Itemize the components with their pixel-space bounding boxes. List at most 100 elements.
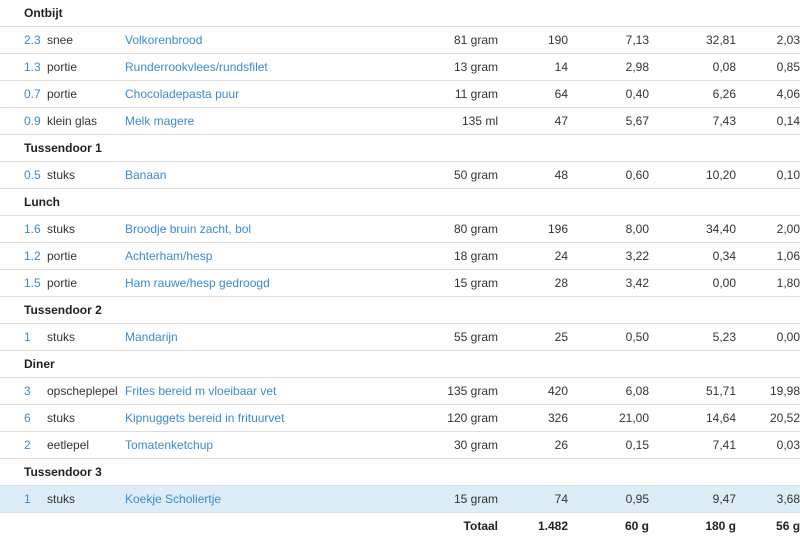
quantity-link[interactable]: 0.9: [0, 108, 47, 135]
kcal-value: 28: [498, 270, 568, 297]
food-row[interactable]: 0.9klein glasMelk magere135 ml475,677,43…: [0, 108, 800, 135]
kcal-value: 25: [498, 324, 568, 351]
quantity-link[interactable]: 1: [0, 324, 47, 351]
amount-value: 120 gram: [419, 405, 498, 432]
food-name-link[interactable]: Banaan: [125, 162, 419, 189]
unit-label: portie: [47, 270, 125, 297]
meal-section-title: Tussendoor 3: [0, 459, 800, 486]
protein-value: 6,08: [568, 378, 649, 405]
protein-value: 0,95: [568, 486, 649, 513]
food-row[interactable]: 1.6stuksBroodje bruin zacht, bol80 gram1…: [0, 216, 800, 243]
food-row[interactable]: 1.2portieAchterham/hesp18 gram243,220,34…: [0, 243, 800, 270]
meal-section-header: Lunch: [0, 189, 800, 216]
quantity-link[interactable]: 1: [0, 486, 47, 513]
quantity-link[interactable]: 1.6: [0, 216, 47, 243]
food-name-link[interactable]: Runderrookvlees/rundsfilet: [125, 54, 419, 81]
amount-value: 135 ml: [419, 108, 498, 135]
meal-section-title: Diner: [0, 351, 800, 378]
fat-value: 0,00: [736, 324, 800, 351]
food-row[interactable]: 1stuksMandarijn55 gram250,505,230,00: [0, 324, 800, 351]
food-row[interactable]: 1.5portieHam rauwe/hesp gedroogd15 gram2…: [0, 270, 800, 297]
amount-value: 15 gram: [419, 486, 498, 513]
kcal-value: 14: [498, 54, 568, 81]
unit-label: stuks: [47, 162, 125, 189]
meal-section-header: Diner: [0, 351, 800, 378]
carbs-value: 0,34: [649, 243, 736, 270]
total-row: Totaal1.48260 g180 g56 g: [0, 513, 800, 539]
protein-value: 0,60: [568, 162, 649, 189]
food-name-link[interactable]: Koekje Scholiertje: [125, 486, 419, 513]
quantity-link[interactable]: 1.3: [0, 54, 47, 81]
fat-value: 4,06: [736, 81, 800, 108]
total-spacer: [0, 513, 419, 539]
amount-value: 50 gram: [419, 162, 498, 189]
protein-value: 5,67: [568, 108, 649, 135]
quantity-link[interactable]: 6: [0, 405, 47, 432]
meal-section-title: Lunch: [0, 189, 800, 216]
food-row[interactable]: 3opscheplepelFrites bereid m vloeibaar v…: [0, 378, 800, 405]
amount-value: 11 gram: [419, 81, 498, 108]
meal-section-header: Tussendoor 3: [0, 459, 800, 486]
fat-value: 0,10: [736, 162, 800, 189]
meal-section-header: Ontbijt: [0, 0, 800, 27]
kcal-value: 26: [498, 432, 568, 459]
unit-label: stuks: [47, 324, 125, 351]
protein-value: 0,40: [568, 81, 649, 108]
unit-label: eetlepel: [47, 432, 125, 459]
food-name-link[interactable]: Ham rauwe/hesp gedroogd: [125, 270, 419, 297]
diary-body: Ontbijt2.3sneeVolkorenbrood81 gram1907,1…: [0, 0, 800, 539]
food-name-link[interactable]: Volkorenbrood: [125, 27, 419, 54]
fat-value: 0,14: [736, 108, 800, 135]
total-protein: 60 g: [568, 513, 649, 539]
protein-value: 21,00: [568, 405, 649, 432]
unit-label: snee: [47, 27, 125, 54]
unit-label: portie: [47, 54, 125, 81]
food-row[interactable]: 2eetlepelTomatenketchup30 gram260,157,41…: [0, 432, 800, 459]
food-name-link[interactable]: Kipnuggets bereid in frituurvet: [125, 405, 419, 432]
amount-value: 30 gram: [419, 432, 498, 459]
protein-value: 0,15: [568, 432, 649, 459]
food-name-link[interactable]: Frites bereid m vloeibaar vet: [125, 378, 419, 405]
diary-table: Ontbijt2.3sneeVolkorenbrood81 gram1907,1…: [0, 0, 800, 539]
food-row[interactable]: 2.3sneeVolkorenbrood81 gram1907,1332,812…: [0, 27, 800, 54]
quantity-link[interactable]: 2: [0, 432, 47, 459]
quantity-link[interactable]: 1.2: [0, 243, 47, 270]
total-fat: 56 g: [736, 513, 800, 539]
food-name-link[interactable]: Melk magere: [125, 108, 419, 135]
protein-value: 3,22: [568, 243, 649, 270]
kcal-value: 190: [498, 27, 568, 54]
carbs-value: 34,40: [649, 216, 736, 243]
fat-value: 19,98: [736, 378, 800, 405]
quantity-link[interactable]: 3: [0, 378, 47, 405]
quantity-link[interactable]: 0.7: [0, 81, 47, 108]
total-label: Totaal: [419, 513, 498, 539]
quantity-link[interactable]: 1.5: [0, 270, 47, 297]
meal-section-header: Tussendoor 2: [0, 297, 800, 324]
quantity-link[interactable]: 2.3: [0, 27, 47, 54]
unit-label: stuks: [47, 216, 125, 243]
protein-value: 3,42: [568, 270, 649, 297]
food-name-link[interactable]: Achterham/hesp: [125, 243, 419, 270]
protein-value: 8,00: [568, 216, 649, 243]
food-name-link[interactable]: Tomatenketchup: [125, 432, 419, 459]
quantity-link[interactable]: 0.5: [0, 162, 47, 189]
food-name-link[interactable]: Mandarijn: [125, 324, 419, 351]
carbs-value: 51,71: [649, 378, 736, 405]
food-name-link[interactable]: Broodje bruin zacht, bol: [125, 216, 419, 243]
fat-value: 0,03: [736, 432, 800, 459]
protein-value: 7,13: [568, 27, 649, 54]
food-row[interactable]: 1stuksKoekje Scholiertje15 gram740,959,4…: [0, 486, 800, 513]
food-row[interactable]: 1.3portieRunderrookvlees/rundsfilet13 gr…: [0, 54, 800, 81]
unit-label: portie: [47, 81, 125, 108]
kcal-value: 24: [498, 243, 568, 270]
food-row[interactable]: 6stuksKipnuggets bereid in frituurvet120…: [0, 405, 800, 432]
food-row[interactable]: 0.5stuksBanaan50 gram480,6010,200,10: [0, 162, 800, 189]
food-name-link[interactable]: Chocoladepasta puur: [125, 81, 419, 108]
food-row[interactable]: 0.7portieChocoladepasta puur11 gram640,4…: [0, 81, 800, 108]
amount-value: 55 gram: [419, 324, 498, 351]
kcal-value: 326: [498, 405, 568, 432]
fat-value: 2,03: [736, 27, 800, 54]
total-kcal: 1.482: [498, 513, 568, 539]
carbs-value: 0,08: [649, 54, 736, 81]
fat-value: 1,80: [736, 270, 800, 297]
